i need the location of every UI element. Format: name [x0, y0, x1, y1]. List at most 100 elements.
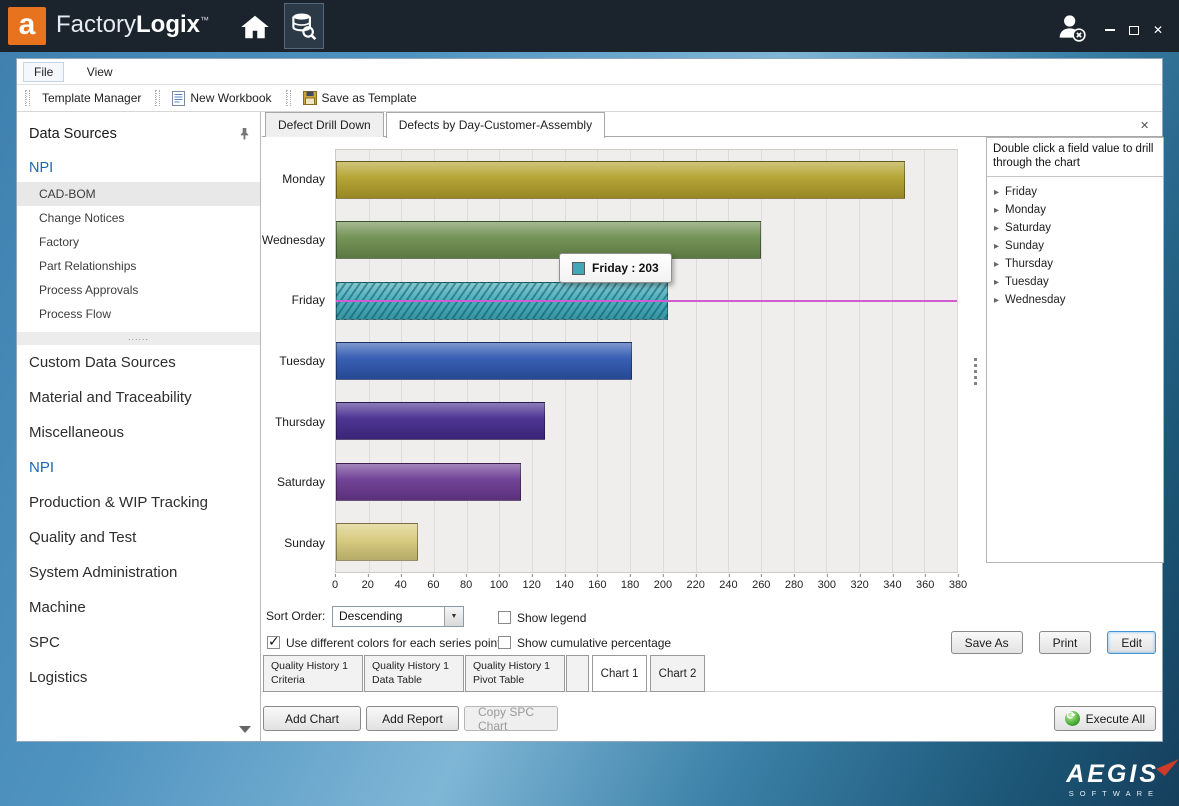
sheet-tab-title: Quality History 1	[372, 660, 456, 674]
show-legend-option: Show legend	[498, 609, 586, 627]
sidebar-item-system-administration[interactable]: System Administration	[17, 555, 260, 590]
tab-chart-1[interactable]: Chart 1	[592, 655, 647, 692]
sidebar-group-npi[interactable]: NPI	[17, 152, 260, 182]
sidebar-item-npi[interactable]: NPI	[17, 450, 260, 485]
sidebar-item-custom-data-sources[interactable]: Custom Data Sources	[17, 345, 260, 380]
scroll-down-chevron-icon[interactable]	[239, 726, 251, 733]
use-different-colors-label: Use different colors for each series poi…	[286, 636, 501, 650]
tab-chart-2[interactable]: Chart 2	[650, 655, 705, 692]
menu-file[interactable]: File	[23, 62, 64, 82]
sidebar-separator: ......	[17, 332, 260, 345]
bar-tuesday[interactable]	[336, 331, 957, 391]
pin-icon[interactable]	[239, 127, 250, 140]
sidebar-item-logistics[interactable]: Logistics	[17, 660, 260, 695]
drill-item-thursday[interactable]: Thursday	[987, 255, 1163, 273]
sidebar-item-spc[interactable]: SPC	[17, 625, 260, 660]
aegis-logo: AEGIS SOFTWARE	[1066, 760, 1159, 798]
bar-fill	[336, 463, 521, 501]
bar-thursday[interactable]	[336, 391, 957, 451]
sidebar-item-quality-and-test[interactable]: Quality and Test	[17, 520, 260, 555]
sidebar-item-miscellaneous[interactable]: Miscellaneous	[17, 415, 260, 450]
use-different-colors-checkbox[interactable]	[267, 636, 280, 649]
template-manager-button[interactable]: Template Manager	[36, 88, 147, 108]
menubar: File View	[17, 59, 1162, 85]
new-workbook-button[interactable]: New Workbook	[166, 88, 277, 109]
tab-quality-history-1-pivot-table[interactable]: Quality History 1Pivot Table	[465, 655, 565, 692]
selection-line	[336, 300, 957, 302]
sort-order-dropdown[interactable]: Descending	[332, 606, 464, 627]
bar-fill	[336, 402, 545, 440]
maximize-button[interactable]	[1125, 22, 1143, 38]
chevron-down-icon[interactable]	[444, 607, 463, 626]
x-axis-tick-label: 360	[916, 574, 934, 591]
triangle-right-icon	[994, 222, 999, 234]
home-button[interactable]	[236, 8, 274, 46]
drill-item-wednesday[interactable]: Wednesday	[987, 291, 1163, 309]
sidebar-item-part-relationships[interactable]: Part Relationships	[17, 254, 260, 278]
tab-quality-history-1-criteria[interactable]: Quality History 1Criteria	[263, 655, 363, 692]
sidebar-item-cad-bom[interactable]: CAD-BOM	[17, 182, 260, 206]
show-cumulative-checkbox[interactable]	[498, 636, 511, 649]
bar-fill	[336, 342, 632, 380]
execute-all-button[interactable]: Execute All	[1054, 706, 1156, 731]
sort-order-value: Descending	[339, 609, 402, 623]
bar-monday[interactable]	[336, 150, 957, 210]
tab-stub[interactable]	[566, 655, 589, 692]
x-axis-tick-label: 320	[850, 574, 868, 591]
tab-defect-drill-down[interactable]: Defect Drill Down	[265, 112, 384, 137]
save-as-template-button[interactable]: Save as Template	[297, 88, 423, 108]
options-row: Use different colors for each series poi…	[262, 631, 1162, 655]
drill-item-label: Wednesday	[1005, 294, 1066, 306]
chart-action-buttons: Save As Print Edit	[951, 631, 1156, 654]
minimize-button[interactable]	[1101, 22, 1119, 38]
gridline	[957, 150, 958, 572]
edit-button[interactable]: Edit	[1107, 631, 1156, 654]
bar-fill	[336, 221, 761, 259]
chart-tooltip: Friday : 203	[559, 253, 672, 283]
add-report-button[interactable]: Add Report	[366, 706, 459, 731]
y-axis-category-label: Friday	[266, 270, 331, 331]
user-account-button[interactable]	[1055, 11, 1087, 43]
tab-defects-by-day-customer-assembly[interactable]: Defects by Day-Customer-Assembly	[386, 112, 605, 138]
print-button[interactable]: Print	[1039, 631, 1092, 654]
show-legend-checkbox[interactable]	[498, 611, 511, 624]
x-axis-tick-label: 60	[427, 574, 439, 591]
splitter-handle[interactable]	[974, 358, 977, 386]
sidebar-item-process-approvals[interactable]: Process Approvals	[17, 278, 260, 302]
sheet-tab-subtitle: Pivot Table	[473, 674, 557, 688]
chart-plot[interactable]: Friday : 203	[335, 149, 958, 573]
x-axis-tick-label: 240	[719, 574, 737, 591]
sort-order-label: Sort Order:	[266, 609, 325, 623]
sidebar-item-process-flow[interactable]: Process Flow	[17, 302, 260, 326]
copy-spc-chart-button[interactable]: Copy SPC Chart	[464, 706, 558, 731]
tooltip-text: Friday : 203	[592, 261, 659, 275]
drill-item-monday[interactable]: Monday	[987, 201, 1163, 219]
triangle-right-icon	[994, 276, 999, 288]
close-window-button[interactable]	[1149, 22, 1167, 38]
sheet-tab-subtitle: Data Table	[372, 674, 456, 688]
data-explorer-button[interactable]	[284, 3, 324, 49]
close-tab-icon[interactable]	[1140, 116, 1154, 130]
y-axis-category-label: Sunday	[266, 512, 331, 573]
main-area: Defect Drill DownDefects by Day-Customer…	[262, 112, 1162, 741]
sidebar-title: Data Sources	[17, 112, 260, 152]
toolbar: Template Manager New Workbook Save as Te…	[17, 85, 1162, 112]
drill-item-friday[interactable]: Friday	[987, 183, 1163, 201]
drill-item-sunday[interactable]: Sunday	[987, 237, 1163, 255]
sheet-tab-subtitle: Criteria	[271, 674, 355, 688]
sidebar-item-change-notices[interactable]: Change Notices	[17, 206, 260, 230]
drill-item-saturday[interactable]: Saturday	[987, 219, 1163, 237]
save-as-button[interactable]: Save As	[951, 631, 1023, 654]
aegis-arrow-icon	[1156, 752, 1179, 776]
sidebar-item-production-wip-tracking[interactable]: Production & WIP Tracking	[17, 485, 260, 520]
add-chart-button[interactable]: Add Chart	[263, 706, 361, 731]
sidebar-item-material-and-traceability[interactable]: Material and Traceability	[17, 380, 260, 415]
drill-item-tuesday[interactable]: Tuesday	[987, 273, 1163, 291]
bar-saturday[interactable]	[336, 451, 957, 511]
sidebar-item-factory[interactable]: Factory	[17, 230, 260, 254]
bar-sunday[interactable]	[336, 512, 957, 572]
menu-view[interactable]: View	[77, 63, 123, 81]
npi-item-list: CAD-BOMChange NoticesFactoryPart Relatio…	[17, 182, 260, 326]
tab-quality-history-1-data-table[interactable]: Quality History 1Data Table	[364, 655, 464, 692]
sidebar-item-machine[interactable]: Machine	[17, 590, 260, 625]
